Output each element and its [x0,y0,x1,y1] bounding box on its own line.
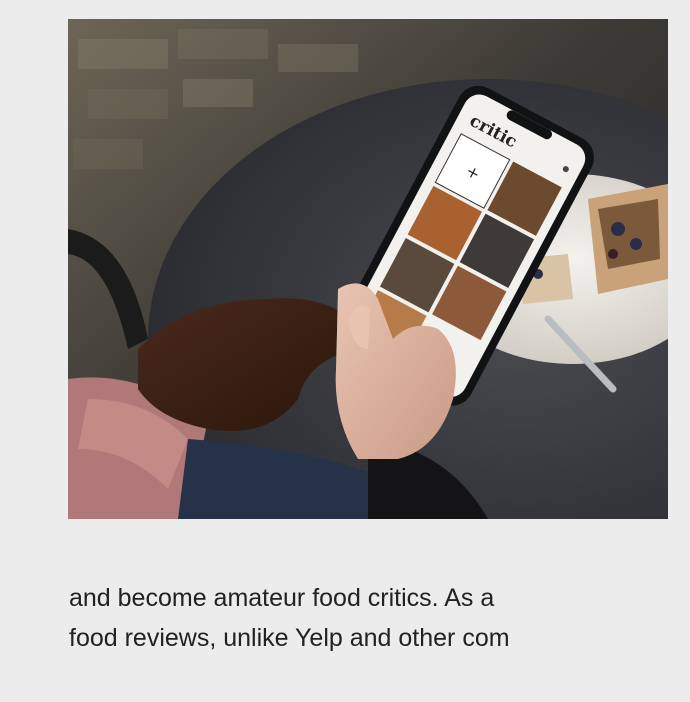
article-text: and become amateur food critics. As a fo… [69,578,690,658]
article-line-2: food reviews, unlike Yelp and other com [69,624,510,652]
hero-photo: critic + [68,19,668,519]
article-line-1: and become amateur food critics. As a [69,584,495,612]
page: critic + and become amateur food critics… [0,0,690,702]
hero-photo-illustration: critic + [68,19,668,519]
